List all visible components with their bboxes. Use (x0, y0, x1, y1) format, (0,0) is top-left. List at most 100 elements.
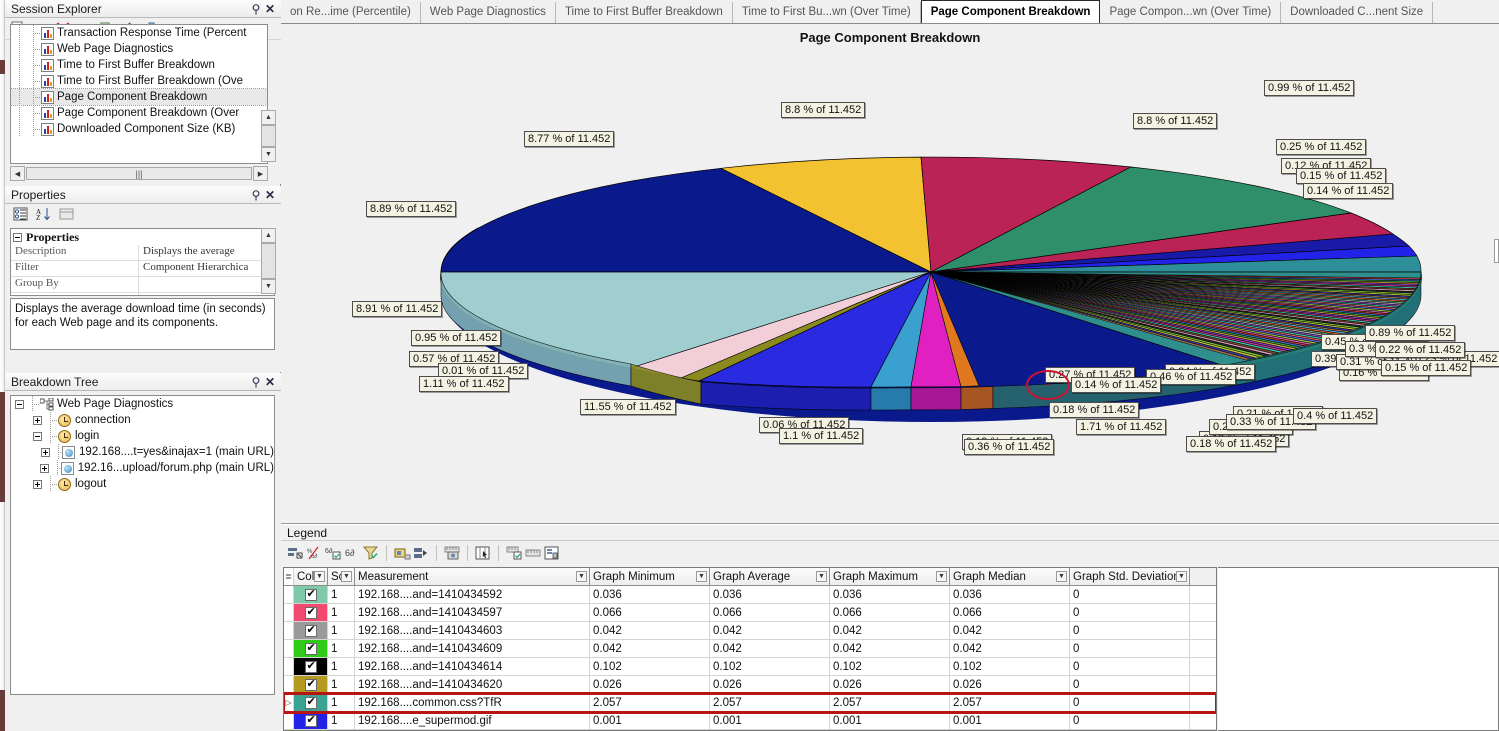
expand-icon[interactable] (33, 415, 42, 425)
graph-tab[interactable]: on Re...ime (Percentile) (281, 2, 421, 23)
table-row[interactable]: ▷1192.168....common.css?TfR2.0572.0572.0… (284, 692, 1216, 714)
collapse-icon[interactable] (33, 431, 42, 441)
series-color-swatch[interactable] (294, 604, 328, 621)
scroll-up-arrow[interactable]: ▲ (261, 110, 276, 125)
set-color-button[interactable] (393, 545, 411, 562)
series-color-swatch[interactable] (294, 658, 328, 675)
property-row[interactable]: Measurement BreakD (11, 293, 274, 295)
series-color-swatch[interactable] (294, 586, 328, 603)
graph-tab[interactable]: Time to First Buffer Breakdown (555, 2, 733, 23)
property-row[interactable]: Group By (11, 277, 274, 293)
legend-column-header[interactable]: Graph Average ▼ (710, 568, 830, 585)
pin-icon[interactable]: ⚲ (249, 189, 263, 201)
chevron-down-icon[interactable]: ▼ (1176, 571, 1187, 582)
scroll-down-arrow[interactable]: ▼ (261, 279, 276, 294)
series-visibility-checkbox[interactable] (304, 714, 317, 727)
properties-grid-scrollbar[interactable]: ▲ ▼ (261, 228, 276, 296)
show-all-button[interactable] (286, 545, 304, 562)
breakdown-tree-node[interactable]: Web Page Diagnostics (11, 396, 274, 412)
chevron-down-icon[interactable]: ▼ (1056, 571, 1067, 582)
legend-column-header[interactable]: Graph Std. Deviation ▼ (1070, 568, 1190, 585)
legend-column-header[interactable]: Sca▼ (328, 568, 355, 585)
breakdown-tree-node[interactable]: 192.168....t=yes&inajax=1 (main URL) (11, 444, 274, 460)
pie-chart[interactable]: 8.77 % of 11.452 8.8 % of 11.452 8.8 % of … (281, 24, 1499, 524)
series-visibility-checkbox[interactable] (304, 606, 317, 619)
property-row[interactable]: Description Displays the average (11, 245, 274, 261)
property-value[interactable] (139, 293, 274, 295)
series-visibility-checkbox[interactable] (304, 696, 317, 709)
scroll-thumb-horizontal[interactable]: ||| (26, 167, 252, 180)
chart-right-handle[interactable] (1494, 239, 1499, 263)
categorized-button[interactable] (10, 205, 30, 223)
table-row[interactable]: 1192.168....and=14104346140.1020.1020.10… (284, 658, 1216, 676)
legend-grid[interactable]: ≣Col▼Sca▼Measurement▼Graph Minimum▼Graph… (283, 567, 1217, 731)
measurement-options-button[interactable] (524, 545, 542, 562)
series-visibility-checkbox[interactable] (304, 678, 317, 691)
series-color-swatch[interactable] (294, 676, 328, 693)
save-layout-button[interactable] (543, 545, 561, 562)
scroll-thumb[interactable] (261, 243, 276, 279)
session-explorer-item[interactable]: Time to First Buffer Breakdown (11, 57, 267, 73)
legend-column-header[interactable]: Col ▼ (294, 568, 328, 585)
scroll-right-arrow[interactable]: ▶ (253, 166, 268, 181)
expand-icon[interactable] (33, 479, 42, 489)
column-chooser-button[interactable] (474, 545, 492, 562)
breakdown-tree-node[interactable]: login (11, 428, 274, 444)
series-color-swatch[interactable] (294, 622, 328, 639)
show-selected-button[interactable]: 6∂ (324, 545, 342, 562)
series-color-swatch[interactable] (294, 712, 328, 729)
table-row[interactable]: 1192.168....and=14104346200.0260.0260.02… (284, 676, 1216, 694)
expand-icon[interactable] (40, 447, 50, 457)
hide-selected-button[interactable]: 6∂ (343, 545, 361, 562)
close-icon[interactable]: ✕ (263, 376, 277, 388)
property-value[interactable]: Displays the average (139, 245, 274, 260)
table-row[interactable]: 1192.168....and=14104345970.0660.0660.06… (284, 604, 1216, 622)
close-icon[interactable]: ✕ (263, 189, 277, 201)
properties-group-header[interactable]: Properties (11, 229, 274, 245)
series-visibility-checkbox[interactable] (304, 624, 317, 637)
breakdown-tree-view[interactable]: Web Page Diagnostics connection login 192.1… (10, 395, 275, 695)
session-explorer-tree[interactable]: Transaction Response Time (Percent Web Pa… (10, 24, 268, 164)
close-icon[interactable]: ✕ (263, 3, 277, 15)
series-visibility-checkbox[interactable] (304, 588, 317, 601)
scroll-left-arrow[interactable]: ◀ (10, 166, 25, 181)
property-pages-button[interactable] (56, 205, 76, 223)
table-row[interactable]: 1192.168....and=14104346090.0420.0420.04… (284, 640, 1216, 658)
table-row[interactable]: 1192.168....e_supermod.gif0.0010.0010.00… (284, 712, 1216, 730)
show-measurement-button[interactable] (443, 545, 461, 562)
pin-icon[interactable]: ⚲ (249, 376, 263, 388)
chevron-down-icon[interactable]: ▼ (314, 571, 325, 582)
session-explorer-item[interactable]: Downloaded Component Size (KB) (11, 121, 267, 137)
legend-column-header[interactable]: Graph Median ▼ (950, 568, 1070, 585)
legend-column-header[interactable]: Graph Minimum ▼ (590, 568, 710, 585)
session-explorer-item[interactable]: Time to First Buffer Breakdown (Ove (11, 73, 267, 89)
hide-all-button[interactable]: % 6∂ (305, 545, 323, 562)
breakdown-tree-node[interactable]: 192.16...upload/forum.php (main URL) (11, 460, 274, 476)
series-color-swatch[interactable] (294, 640, 328, 657)
chevron-down-icon[interactable]: ▼ (341, 571, 352, 582)
graph-tab[interactable]: Web Page Diagnostics (420, 2, 556, 23)
filter-button[interactable] (362, 545, 380, 562)
chevron-down-icon[interactable]: ▼ (696, 571, 707, 582)
session-explorer-item[interactable]: Page Component Breakdown (Over (11, 105, 267, 121)
pie-chart-svg[interactable] (281, 24, 1499, 524)
graph-tabstrip[interactable]: on Re...ime (Percentile) Web Page Diagnos… (281, 0, 1499, 24)
graph-tab[interactable]: Downloaded C...nent Size (1281, 2, 1434, 23)
breakdown-tree-node[interactable]: connection (11, 412, 274, 428)
graph-tab[interactable]: Page Compon...wn (Over Time) (1100, 2, 1282, 23)
scroll-down-arrow[interactable]: ▼ (261, 147, 276, 162)
scroll-thumb[interactable] (261, 125, 276, 147)
table-row[interactable]: 1192.168....and=14104345920.0360.0360.03… (284, 586, 1216, 604)
collapse-icon[interactable] (13, 232, 22, 242)
collapse-icon[interactable] (15, 399, 24, 409)
series-visibility-checkbox[interactable] (304, 660, 317, 673)
session-explorer-hscrollbar[interactable]: ◀ ||| ▶ (10, 166, 268, 181)
scroll-up-arrow[interactable]: ▲ (261, 228, 276, 243)
session-explorer-item[interactable]: Page Component Breakdown (11, 88, 267, 106)
chevron-down-icon[interactable]: ▼ (936, 571, 947, 582)
legend-column-header[interactable]: Measurement ▼ (355, 568, 590, 585)
properties-grid[interactable]: Properties Description Displays the avera… (10, 228, 275, 296)
series-color-swatch[interactable] (294, 694, 328, 711)
chevron-down-icon[interactable]: ▼ (816, 571, 827, 582)
pin-icon[interactable]: ⚲ (249, 3, 263, 15)
